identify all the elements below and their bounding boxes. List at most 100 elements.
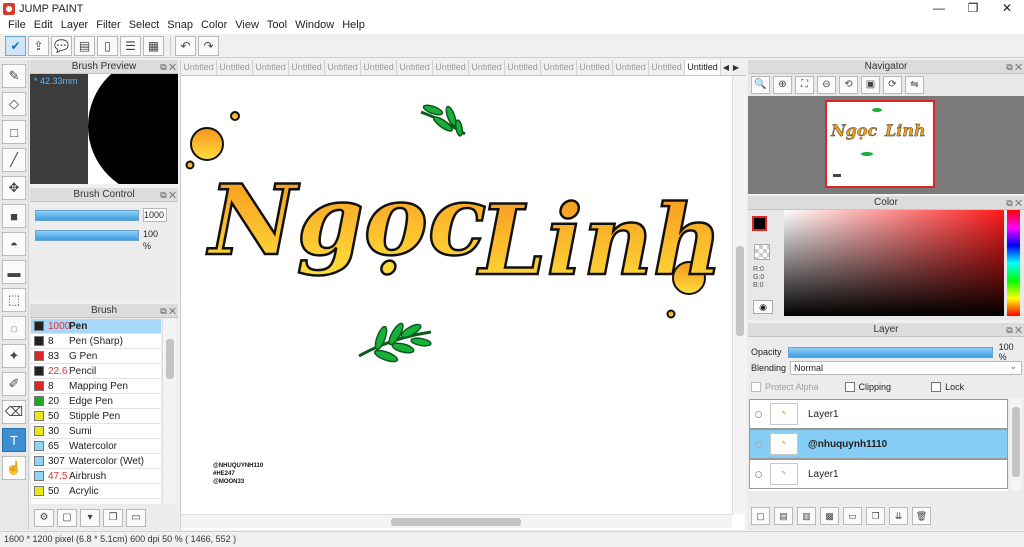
brush-copy-icon[interactable]: ❐: [103, 509, 123, 527]
menu-color[interactable]: Color: [197, 17, 231, 34]
reset-view-icon[interactable]: ▣: [861, 76, 880, 94]
layer-row[interactable]: ✎ Layer1: [749, 459, 1008, 489]
layer-row[interactable]: ✎ @nhuquynh1110: [749, 429, 1008, 459]
scroll-thumb[interactable]: [166, 339, 174, 379]
menu-tool[interactable]: Tool: [263, 17, 291, 34]
document-tab[interactable]: Untitled: [397, 60, 433, 75]
brush-size-value[interactable]: 1000: [143, 208, 167, 222]
document-tab[interactable]: Untitled: [649, 60, 685, 75]
brush-row[interactable]: 20 Edge Pen: [31, 394, 161, 409]
new-8bit-layer-icon[interactable]: ▤: [774, 507, 793, 525]
document-tab[interactable]: Untitled: [541, 60, 577, 75]
panel-float-close-icon[interactable]: ⧉ ✕: [160, 60, 176, 74]
speech-bubble-icon[interactable]: 💬: [51, 35, 72, 56]
undo-button[interactable]: ↶: [175, 35, 196, 56]
document-tab[interactable]: Untitled: [685, 60, 721, 75]
duplicate-layer-icon[interactable]: ❐: [866, 507, 885, 525]
scroll-thumb[interactable]: [391, 518, 521, 526]
new-layer-icon[interactable]: ▢: [751, 507, 770, 525]
layer-visibility-icon[interactable]: [755, 440, 762, 448]
color-saturation-field[interactable]: [784, 210, 1004, 316]
protect-alpha-checkbox[interactable]: [751, 382, 761, 392]
fill-rect-tool-icon[interactable]: ■: [2, 204, 26, 228]
brush-list-scrollbar[interactable]: [162, 319, 176, 504]
brush-row[interactable]: 47.5 Airbrush: [31, 469, 161, 484]
menu-layer[interactable]: Layer: [57, 17, 93, 34]
document-tab[interactable]: Untitled: [577, 60, 613, 75]
redo-button[interactable]: ↷: [198, 35, 219, 56]
canvas-vertical-scrollbar[interactable]: [732, 76, 746, 514]
layer-folder-icon[interactable]: ▭: [843, 507, 862, 525]
close-button[interactable]: ✕: [990, 0, 1024, 17]
layer-row[interactable]: ✎ Layer1: [749, 399, 1008, 429]
brush-row[interactable]: 83 G Pen: [31, 349, 161, 364]
new-brush-icon[interactable]: ▢: [57, 509, 77, 527]
menu-edit[interactable]: Edit: [30, 17, 57, 34]
fit-window-icon[interactable]: ⛶: [795, 76, 814, 94]
check-icon[interactable]: ✔: [5, 35, 26, 56]
document-tab[interactable]: Untitled: [289, 60, 325, 75]
menu-snap[interactable]: Snap: [163, 17, 197, 34]
document-tab[interactable]: Untitled: [361, 60, 397, 75]
document-tab[interactable]: Untitled: [613, 60, 649, 75]
minimize-button[interactable]: —: [922, 0, 956, 17]
drawing-canvas[interactable]: Ngọc Linh @NHUQUYNH110 #HE247 @MOON33: [181, 76, 732, 514]
line-tool-icon[interactable]: ╱: [2, 148, 26, 172]
menu-help[interactable]: Help: [338, 17, 369, 34]
select-pen-tool-icon[interactable]: ✐: [2, 372, 26, 396]
document-tab[interactable]: Untitled: [469, 60, 505, 75]
rectangle-tool-icon[interactable]: □: [2, 120, 26, 144]
brush-size-slider[interactable]: [35, 209, 139, 221]
new-1bit-layer-icon[interactable]: ▥: [797, 507, 816, 525]
brush-row[interactable]: 50 Stipple Pen: [31, 409, 161, 424]
delete-layer-icon[interactable]: 🗑: [912, 507, 931, 525]
brush-row[interactable]: 1000 Pen: [31, 319, 161, 334]
brush-options-dropdown-icon[interactable]: ▾: [80, 509, 100, 527]
color-mode-icon[interactable]: ◉: [753, 300, 773, 314]
brush-row[interactable]: 50 Acrylic: [31, 484, 161, 499]
brush-row[interactable]: 8 Pen (Sharp): [31, 334, 161, 349]
scroll-thumb[interactable]: [1012, 407, 1020, 477]
merge-layer-icon[interactable]: ⇊: [889, 507, 908, 525]
zoom-search-icon[interactable]: 🔍: [751, 76, 770, 94]
text-tool-icon[interactable]: T: [2, 428, 26, 452]
layer-list-scrollbar[interactable]: [1010, 399, 1022, 491]
pen-tool-icon[interactable]: ✎: [2, 64, 26, 88]
hue-slider[interactable]: [1007, 210, 1020, 316]
brush-row[interactable]: 30 Sumi: [31, 424, 161, 439]
transparent-color-swatch[interactable]: [754, 244, 770, 260]
document-tab[interactable]: Untitled: [325, 60, 361, 75]
lasso-tool-icon[interactable]: ◌: [2, 316, 26, 340]
brush-row[interactable]: 307 Watercolor (Wet): [31, 454, 161, 469]
rect-select-tool-icon[interactable]: ⬚: [2, 288, 26, 312]
color-swatches[interactable]: [752, 216, 776, 240]
checklist-icon[interactable]: ☰: [120, 35, 141, 56]
panel-float-close-icon[interactable]: ⧉ ✕: [160, 188, 176, 202]
menu-select[interactable]: Select: [125, 17, 164, 34]
zoom-out-icon[interactable]: ⊖: [817, 76, 836, 94]
move-tool-icon[interactable]: ✥: [2, 176, 26, 200]
document-tab[interactable]: Untitled: [217, 60, 253, 75]
layer-visibility-icon[interactable]: [755, 470, 762, 478]
tab-scroll-right-icon[interactable]: ▶: [731, 60, 741, 75]
comment-list-icon[interactable]: ▤: [74, 35, 95, 56]
clipping-checkbox[interactable]: [844, 382, 855, 392]
brush-settings-icon[interactable]: ⚙: [34, 509, 54, 527]
navigator-view[interactable]: Ngọc Linh: [748, 96, 1024, 194]
gradient-tool-icon[interactable]: ▬: [2, 260, 26, 284]
bucket-tool-icon[interactable]: ◓: [2, 232, 26, 256]
foreground-color-swatch[interactable]: [752, 216, 767, 231]
rotate-right-icon[interactable]: ⟳: [883, 76, 902, 94]
brush-row[interactable]: 8 Mapping Pen: [31, 379, 161, 394]
panel-float-close-icon[interactable]: ⧉ ✕: [160, 304, 176, 318]
tab-scroll-left-icon[interactable]: ◀: [721, 60, 731, 75]
brush-row[interactable]: 65 Watercolor: [31, 439, 161, 454]
scroll-thumb[interactable]: [736, 246, 744, 336]
rotate-left-icon[interactable]: ⟲: [839, 76, 858, 94]
menu-filter[interactable]: Filter: [92, 17, 124, 34]
menu-view[interactable]: View: [231, 17, 263, 34]
eraser-tool-icon[interactable]: ◇: [2, 92, 26, 116]
grid-list-icon[interactable]: ▦: [143, 35, 164, 56]
panel-float-close-icon[interactable]: ⧉ ✕: [1006, 323, 1022, 337]
document-tab[interactable]: Untitled: [253, 60, 289, 75]
